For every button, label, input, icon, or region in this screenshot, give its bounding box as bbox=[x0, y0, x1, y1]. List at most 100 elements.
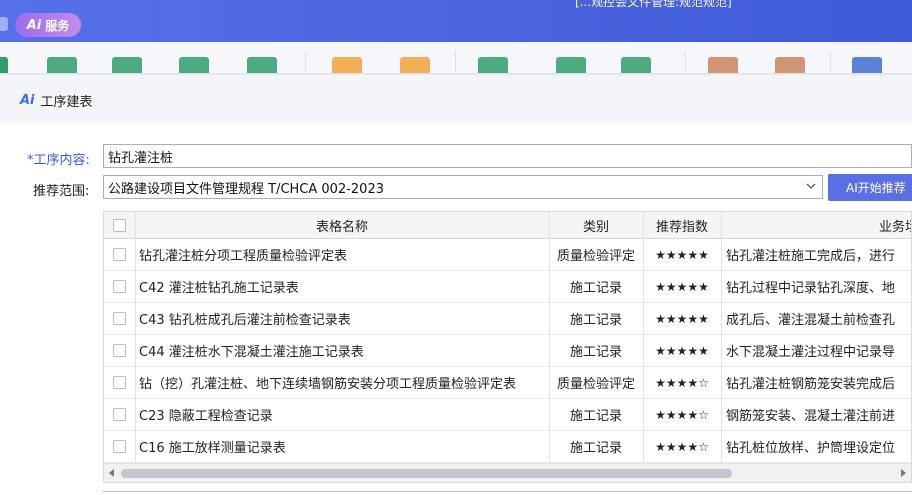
ribbon-separator bbox=[455, 52, 456, 72]
dialog-title: Ai 工序建表 bbox=[20, 91, 93, 110]
row-check-cell bbox=[104, 431, 135, 462]
row-category: 施工记录 bbox=[569, 409, 622, 424]
folder-icon[interactable] bbox=[708, 57, 738, 73]
dialog-header: Ai 工序建表 bbox=[0, 75, 912, 123]
table-edge-icon[interactable] bbox=[0, 57, 8, 73]
scope-select-value: 公路建设项目文件管理规程 T/CHCA 002-2023 bbox=[108, 181, 384, 197]
row-checkbox[interactable] bbox=[113, 312, 126, 325]
table-row[interactable]: C44 灌注桩水下混凝土灌注施工记录表 施工记录 ★★★★★ 水下混凝土灌注过程中记录… bbox=[104, 335, 911, 367]
row-checkbox[interactable] bbox=[113, 344, 126, 357]
row-check-cell bbox=[104, 239, 135, 270]
row-checkbox[interactable] bbox=[113, 440, 126, 453]
row-checkbox[interactable] bbox=[113, 408, 126, 421]
row-category: 施工记录 bbox=[569, 281, 622, 296]
window-title: [...观控会文件管理:规范规范] bbox=[575, 0, 732, 9]
bar-chart-icon[interactable] bbox=[247, 57, 277, 73]
header-name[interactable]: 表格名称 bbox=[135, 212, 549, 238]
table-row[interactable]: 钻（挖）孔灌注桩、地下连续墙钢筋安装分项工程质量检验评定表 质量检验评定 ★★★★☆… bbox=[104, 367, 911, 399]
row-name: 钻孔灌注桩分项工程质量检验评定表 bbox=[139, 249, 348, 264]
ai-logo-icon: Ai bbox=[20, 93, 35, 108]
row-business: 钻孔桩位放样、护筒埋设定位 bbox=[726, 441, 896, 456]
select-all-cell bbox=[104, 212, 135, 238]
ribbon-separator bbox=[305, 52, 306, 72]
header-category[interactable]: 类别 bbox=[549, 212, 643, 238]
row-rating: ★★★★★ bbox=[655, 279, 709, 294]
row-rating: ★★★★★ bbox=[655, 311, 709, 326]
row-name: C23 隐蔽工程检查记录 bbox=[139, 409, 273, 424]
recommend-table: 表格名称 类别 推荐指数 业务场 钻孔灌注桩分项工程质量检验评定表质量检验评定 ★… bbox=[103, 211, 912, 483]
column-divider bbox=[135, 212, 136, 463]
row-category: 施工记录 bbox=[569, 313, 622, 328]
horizontal-scrollbar[interactable] bbox=[104, 463, 911, 482]
table-row[interactable]: C42 灌注桩钻孔施工记录表 施工记录 ★★★★★ 钻孔过程中记录钻孔深度、地 bbox=[104, 271, 911, 303]
select-all-checkbox[interactable] bbox=[113, 218, 126, 232]
sidebar-toggle-tab[interactable] bbox=[0, 17, 8, 31]
table-icon[interactable] bbox=[47, 57, 77, 73]
scroll-right-icon[interactable] bbox=[901, 469, 906, 477]
chevron-down-icon bbox=[806, 183, 816, 189]
process-content-value: 钻孔灌注桩 bbox=[108, 150, 174, 166]
document-icon[interactable] bbox=[775, 57, 805, 73]
undo-icon[interactable] bbox=[400, 57, 430, 73]
row-rating: ★★★★☆ bbox=[655, 407, 709, 422]
header-rating[interactable]: 推荐指数 bbox=[643, 212, 721, 238]
row-category: 质量检验评定 bbox=[556, 377, 635, 392]
next-field-edge bbox=[103, 491, 912, 492]
row-checkbox[interactable] bbox=[113, 248, 126, 261]
table-row[interactable]: C16 施工放样测量记录表 施工记录 ★★★★☆ 钻孔桩位放样、护筒埋设定位 bbox=[104, 431, 911, 463]
refresh-icon[interactable] bbox=[556, 57, 586, 73]
column-divider bbox=[721, 212, 722, 463]
ai-service-button[interactable]: Ai 服务 bbox=[15, 13, 81, 37]
row-rating: ★★★★★ bbox=[655, 343, 709, 358]
row-business: 钻孔灌注桩施工完成后，进行 bbox=[726, 249, 896, 264]
dialog-title-text: 工序建表 bbox=[40, 95, 93, 110]
table-row[interactable]: C23 隐蔽工程检查记录 施工记录 ★★★★☆ 钢筋笼安装、混凝土灌注前进 bbox=[104, 399, 911, 431]
row-check-cell bbox=[104, 335, 135, 366]
column-divider bbox=[549, 212, 550, 463]
row-check-cell bbox=[104, 271, 135, 302]
process-content-label-text: 工序内容: bbox=[33, 153, 90, 168]
row-rating: ★★★★☆ bbox=[655, 439, 709, 454]
row-rating: ★★★★☆ bbox=[655, 375, 709, 390]
ribbon-separator bbox=[685, 52, 686, 72]
grid-icon[interactable] bbox=[478, 57, 508, 73]
ribbon-separator bbox=[830, 52, 831, 72]
row-rating: ★★★★★ bbox=[655, 247, 709, 262]
row-name: C16 施工放样测量记录表 bbox=[139, 441, 286, 456]
table-header-row: 表格名称 类别 推荐指数 业务场 bbox=[104, 212, 911, 239]
header-business[interactable]: 业务场 bbox=[721, 212, 911, 238]
row-check-cell bbox=[104, 399, 135, 430]
number-table-icon[interactable] bbox=[179, 57, 209, 73]
row-business: 成孔后、灌注混凝土前检查孔 bbox=[726, 313, 896, 328]
scope-select[interactable]: 公路建设项目文件管理规程 T/CHCA 002-2023 bbox=[103, 175, 823, 199]
row-name: C42 灌注桩钻孔施工记录表 bbox=[139, 281, 299, 296]
process-content-label: *工序内容: bbox=[27, 149, 90, 168]
row-category: 施工记录 bbox=[569, 441, 622, 456]
list-icon[interactable] bbox=[112, 57, 142, 73]
row-name: C43 钻孔桩成孔后灌注前检查记录表 bbox=[139, 313, 351, 328]
search-icon[interactable] bbox=[332, 57, 362, 73]
app-header-bar: Ai 服务 [...观控会文件管理:规范规范] bbox=[0, 0, 912, 42]
row-name: C44 灌注桩水下混凝土灌注施工记录表 bbox=[139, 345, 364, 360]
scrollbar-thumb[interactable] bbox=[121, 469, 732, 478]
save-icon[interactable] bbox=[852, 57, 882, 73]
ribbon-toolbar bbox=[0, 42, 912, 74]
table-row[interactable]: C43 钻孔桩成孔后灌注前检查记录表 施工记录 ★★★★★ 成孔后、灌注混凝土前检查孔 bbox=[104, 303, 911, 335]
row-checkbox[interactable] bbox=[113, 376, 126, 389]
row-business: 钻孔过程中记录钻孔深度、地 bbox=[726, 281, 896, 296]
row-check-cell bbox=[104, 303, 135, 334]
ai-start-recommend-button[interactable]: AI开始推荐 bbox=[828, 174, 912, 201]
scroll-left-icon[interactable] bbox=[109, 469, 114, 477]
row-business: 水下混凝土灌注过程中记录导 bbox=[726, 345, 896, 360]
row-checkbox[interactable] bbox=[113, 280, 126, 293]
row-name: 钻（挖）孔灌注桩、地下连续墙钢筋安装分项工程质量检验评定表 bbox=[139, 377, 517, 392]
row-business: 钢筋笼安装、混凝土灌注前进 bbox=[726, 409, 896, 424]
ai-service-label: 服务 bbox=[45, 18, 70, 33]
row-business: 钻孔灌注桩钢筋笼安装完成后 bbox=[726, 377, 896, 392]
column-divider bbox=[643, 212, 644, 463]
row-check-cell bbox=[104, 367, 135, 398]
scope-label: 推荐范围: bbox=[33, 184, 90, 199]
process-content-input[interactable]: 钻孔灌注桩 bbox=[103, 144, 912, 168]
table-row[interactable]: 钻孔灌注桩分项工程质量检验评定表 质量检验评定 ★★★★★ 钻孔灌注桩施工完成后，进行 bbox=[104, 239, 911, 271]
print-icon[interactable] bbox=[621, 57, 651, 73]
